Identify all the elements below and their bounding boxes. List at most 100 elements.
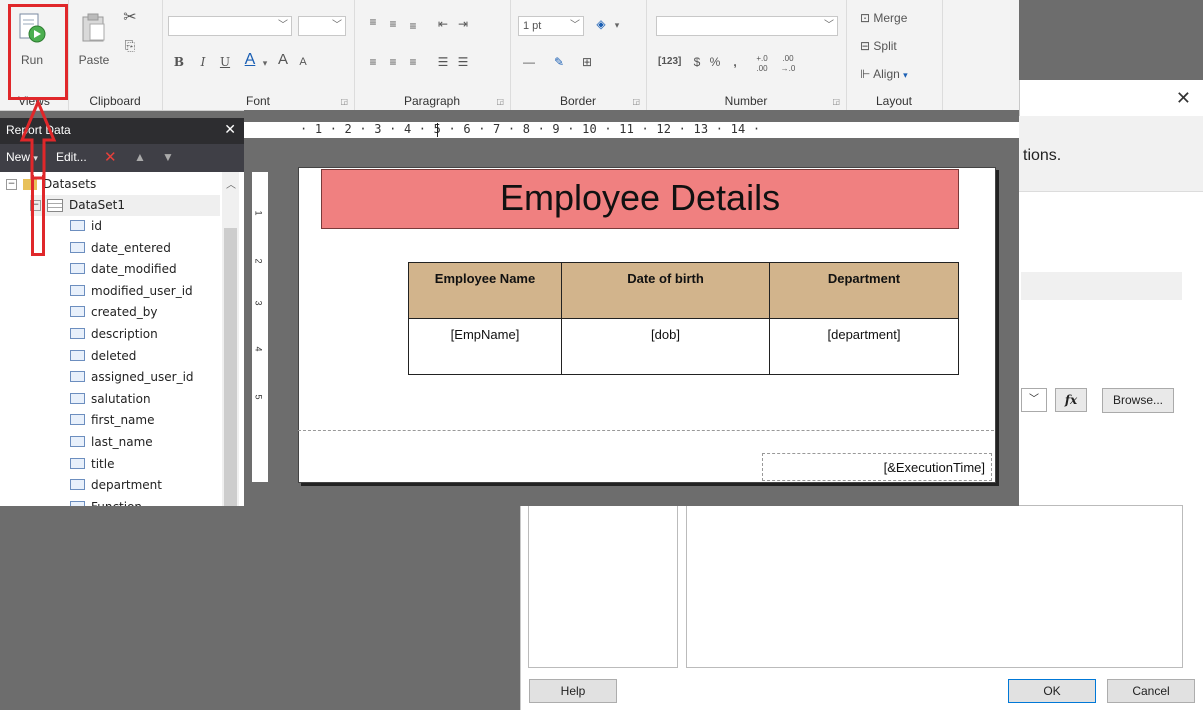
tree-field-item[interactable]: assigned_user_id — [70, 367, 194, 388]
font-name-combo[interactable]: ﹀ — [168, 16, 292, 36]
field-icon — [70, 436, 85, 447]
border-dialog-launcher-icon[interactable]: ◲ — [632, 97, 640, 106]
tree-field-item[interactable]: Function — [70, 497, 142, 506]
increase-indent-icon[interactable]: ⇥ — [454, 14, 472, 34]
copy-icon[interactable]: ⎘ — [120, 36, 140, 56]
field-icon — [70, 328, 85, 339]
clipboard-group-label: Clipboard — [89, 94, 141, 108]
cell-empname[interactable]: [EmpName] — [408, 318, 562, 375]
align-top-icon[interactable]: ≡ — [364, 12, 382, 32]
border-fill-dropdown[interactable]: ▾ — [612, 14, 622, 35]
tree-field-item[interactable]: date_modified — [70, 259, 177, 280]
tree-field-item[interactable]: last_name — [70, 432, 153, 453]
tree-node-dataset1[interactable]: − DataSet1 — [30, 195, 220, 216]
run-highlight-box — [8, 4, 68, 100]
paste-icon — [80, 12, 108, 44]
layout-group: ⊡ Merge ⊟ Split ⊩ Align ▾ Layout — [846, 0, 943, 110]
merge-button[interactable]: ⊡ Merge — [860, 8, 940, 28]
dialog-header-text: tions. — [1023, 147, 1062, 164]
underline-button[interactable]: U — [218, 52, 232, 72]
placeholder-format-icon[interactable]: [123] — [658, 52, 681, 72]
vertical-ruler — [252, 172, 268, 482]
employee-table[interactable]: Employee Name Date of birth Department [… — [408, 262, 959, 375]
header-cell-employee-name[interactable]: Employee Name — [408, 262, 562, 319]
move-up-icon[interactable]: ▲ — [134, 150, 146, 164]
grow-font-button[interactable]: A — [276, 50, 290, 70]
border-width-combo[interactable]: 1 pt ﹀ — [518, 16, 584, 36]
currency-button[interactable]: $ — [690, 52, 704, 72]
number-format-combo[interactable]: ﹀ — [656, 16, 838, 36]
decrease-decimal-button[interactable]: .00 →.0 — [776, 54, 800, 74]
layout-group-label: Layout — [875, 94, 913, 108]
border-group: 1 pt ﹀ ◈ ▾ — ✎ ⊞ Border ◲ — [510, 0, 647, 110]
align-middle-icon[interactable]: ≡ — [384, 14, 402, 34]
delete-icon[interactable]: ✕ — [104, 148, 117, 166]
dialog-close-icon[interactable]: ✕ — [1176, 88, 1191, 109]
ok-button[interactable]: OK — [1008, 679, 1096, 703]
collapse-icon[interactable]: − — [6, 179, 17, 190]
decrease-indent-icon[interactable]: ⇤ — [434, 14, 452, 34]
align-left-icon[interactable]: ≡ — [364, 52, 382, 72]
shrink-font-button[interactable]: A — [296, 52, 310, 72]
italic-button[interactable]: I — [196, 52, 210, 72]
font-size-combo[interactable]: ﹀ — [298, 16, 346, 36]
split-button[interactable]: ⊟ Split — [860, 36, 940, 56]
annotation-arrow-head-icon — [19, 100, 57, 180]
body-footer-divider — [298, 430, 994, 431]
cancel-button[interactable]: Cancel — [1107, 679, 1195, 703]
dialog-combo-dropdown[interactable]: ﹀ — [1021, 388, 1047, 412]
tree-field-item[interactable]: modified_user_id — [70, 281, 193, 302]
cut-icon[interactable]: ✂ — [120, 8, 140, 28]
bold-button[interactable]: B — [172, 52, 186, 72]
tree-field-item[interactable]: department — [70, 475, 162, 496]
execution-time-textbox[interactable]: [&ExecutionTime] — [762, 453, 992, 481]
font-color-dropdown[interactable]: ▾ — [260, 52, 270, 73]
border-box-icon[interactable]: ⊞ — [576, 52, 598, 72]
tree-field-item[interactable]: salutation — [70, 389, 151, 410]
scroll-up-arrow-icon[interactable]: ︿ — [226, 176, 236, 191]
dialog-list-right[interactable] — [686, 505, 1183, 668]
help-button[interactable]: Help — [529, 679, 617, 703]
font-color-button[interactable]: A — [242, 50, 258, 70]
dialog-list-left[interactable] — [528, 505, 678, 668]
percent-button[interactable]: % — [708, 52, 722, 72]
number-dialog-launcher-icon[interactable]: ◲ — [832, 97, 840, 106]
comma-button[interactable]: , — [728, 52, 742, 72]
tree-field-item[interactable]: deleted — [70, 346, 136, 367]
browse-button[interactable]: Browse... — [1102, 388, 1174, 413]
expression-button[interactable]: fx — [1055, 388, 1087, 412]
tree-scrollbar-thumb[interactable] — [224, 228, 237, 506]
tree-field-item[interactable]: first_name — [70, 410, 154, 431]
merge-label: Merge — [873, 11, 908, 25]
align-dropdown-button[interactable]: ⊩ Align ▾ — [860, 64, 940, 85]
cell-department[interactable]: [department] — [769, 318, 959, 375]
tree-field-item[interactable]: created_by — [70, 302, 157, 323]
paragraph-dialog-launcher-icon[interactable]: ◲ — [496, 97, 504, 106]
align-right-icon[interactable]: ≡ — [404, 52, 422, 72]
increase-decimal-button[interactable]: +.0 .00 — [750, 54, 774, 74]
report-title-textbox[interactable]: Employee Details — [321, 169, 959, 229]
tree-field-item[interactable]: description — [70, 324, 158, 345]
align-bottom-icon[interactable]: ≡ — [404, 16, 422, 36]
split-label: Split — [873, 39, 897, 53]
paste-button[interactable]: Paste — [72, 50, 116, 70]
report-data-close-icon[interactable]: ✕ — [224, 121, 236, 138]
vertical-ruler-label: 3 — [253, 300, 264, 306]
move-down-icon[interactable]: ▼ — [162, 150, 174, 164]
edit-button[interactable]: Edit... — [56, 150, 87, 164]
tree-field-item[interactable]: title — [70, 454, 114, 475]
border-fill-icon[interactable]: ◈ — [590, 14, 612, 34]
bullets-icon[interactable]: ☰ — [434, 52, 452, 72]
font-dialog-launcher-icon[interactable]: ◲ — [340, 97, 348, 106]
header-cell-department[interactable]: Department — [769, 262, 959, 319]
numbering-icon[interactable]: ☰ — [454, 52, 472, 72]
clipboard-group: Paste ✂ ⎘ Clipboard — [68, 0, 163, 110]
tree-field-item[interactable]: date_entered — [70, 238, 171, 259]
border-color-icon[interactable]: ✎ — [548, 52, 570, 72]
annotation-arrow-shaft — [31, 175, 45, 256]
tree-field-item[interactable]: id — [70, 216, 102, 237]
align-center-icon[interactable]: ≡ — [384, 52, 402, 72]
line-style-icon[interactable]: — — [518, 52, 540, 72]
cell-dob[interactable]: [dob] — [561, 318, 770, 375]
header-cell-date-of-birth[interactable]: Date of birth — [561, 262, 770, 319]
